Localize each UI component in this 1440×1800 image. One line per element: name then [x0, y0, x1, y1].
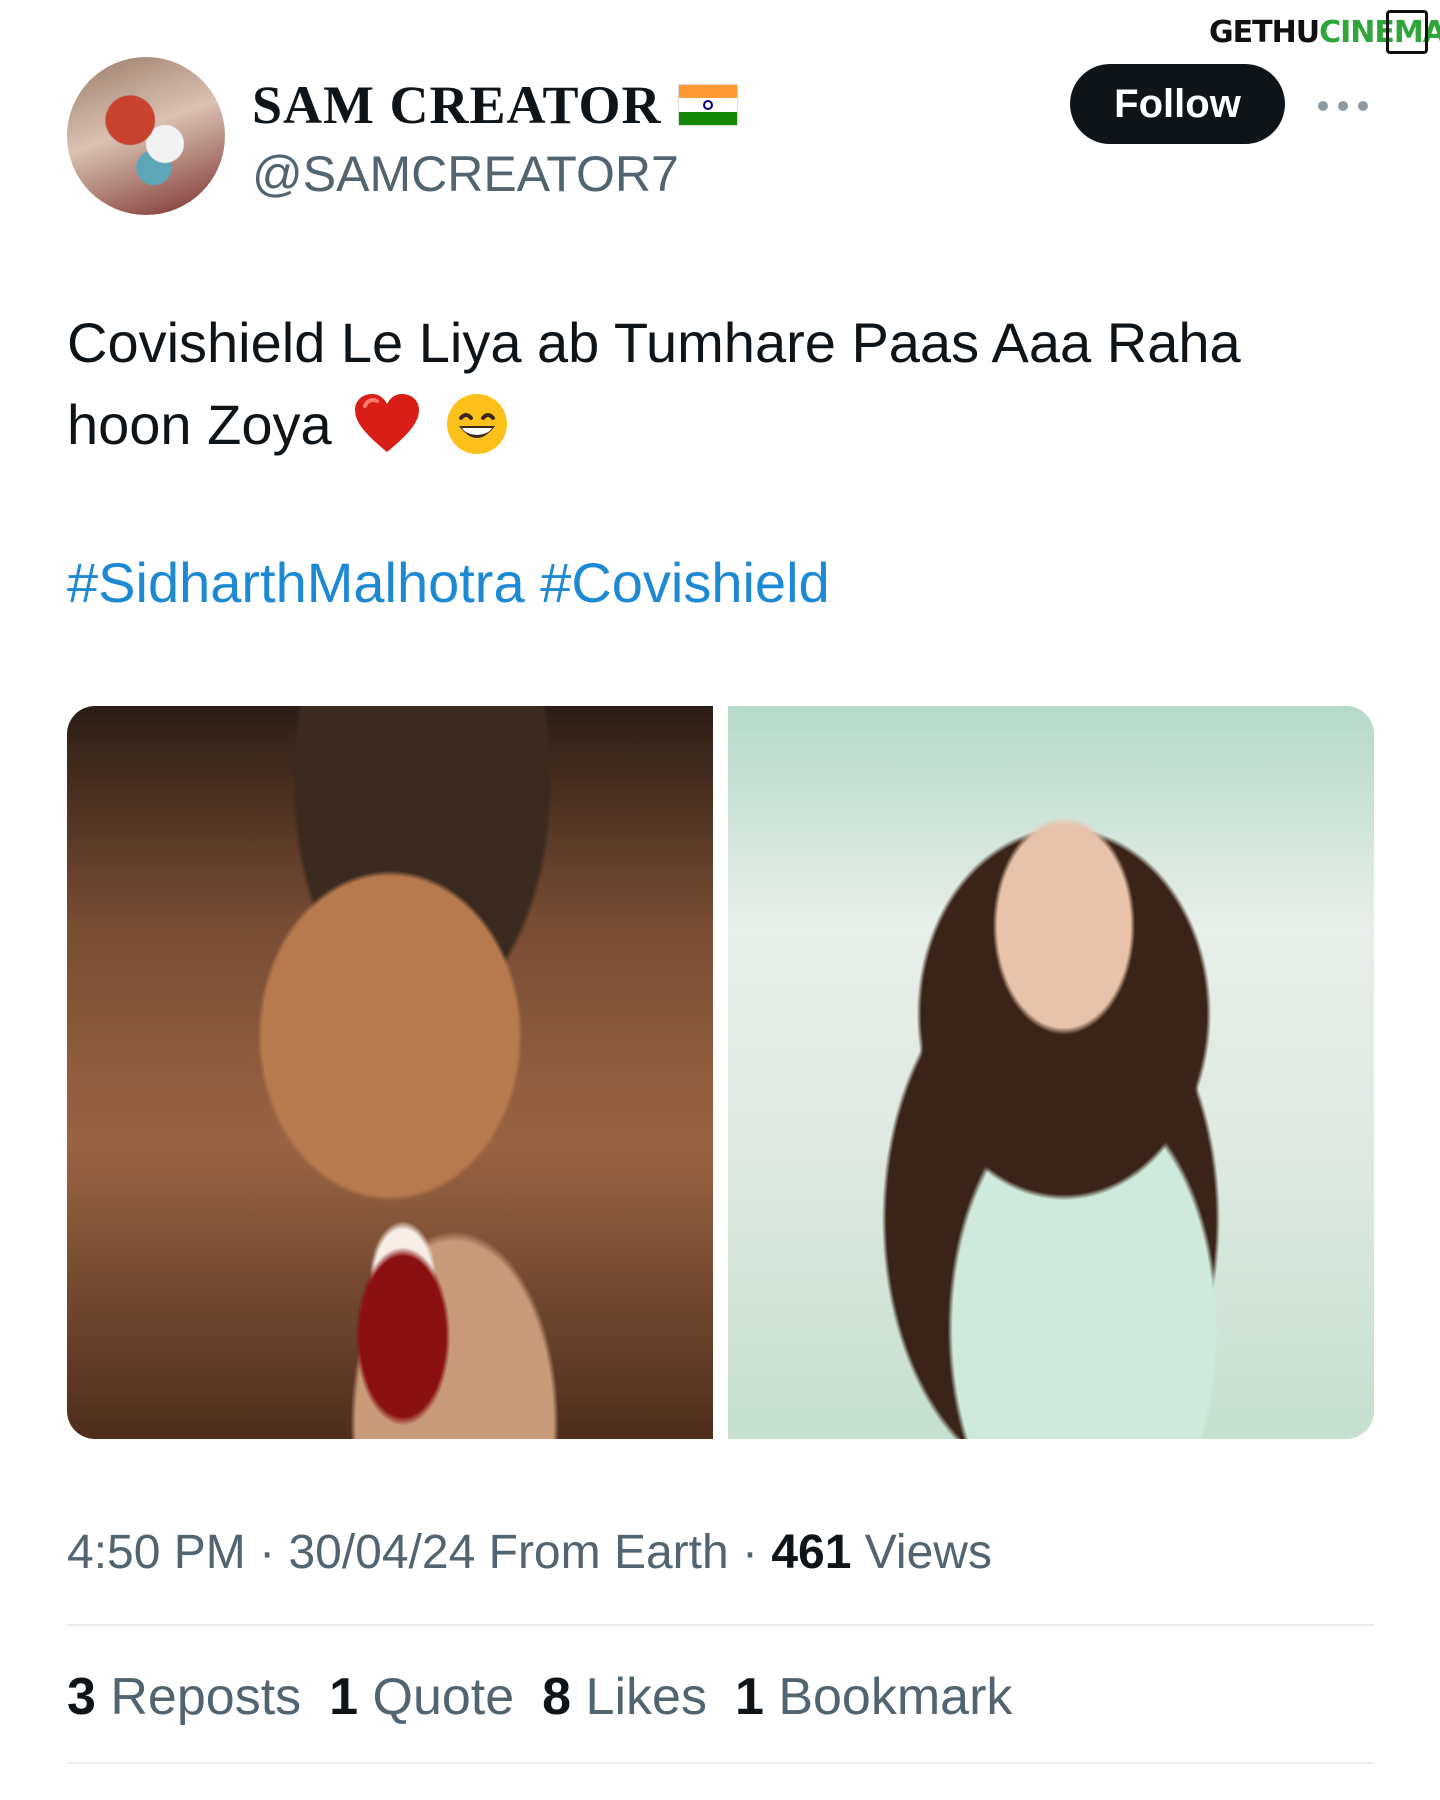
divider-top — [67, 1624, 1374, 1626]
tweet-text-line1: Covishield Le Liya ab Tumhare Paas Aaa R… — [67, 311, 1241, 374]
meta-separator: · — [742, 1526, 758, 1579]
grinning-face-emoji-icon — [446, 394, 507, 454]
hashtags: #SidharthMalhotra #Covishield — [67, 550, 830, 615]
views-count: 461 — [771, 1526, 852, 1579]
watermark-logo: GETHU CINEMA — [1209, 8, 1440, 56]
hashtag-covishield[interactable]: #Covishield — [540, 551, 830, 614]
watermark-text-a: GETHU — [1209, 14, 1320, 50]
film-icon — [1386, 10, 1428, 54]
photo-man-bloodied-face[interactable] — [67, 706, 713, 1439]
avatar[interactable] — [67, 57, 225, 215]
tweet-source: From Earth — [488, 1526, 729, 1579]
bookmark-stat[interactable]: 1 Bookmark — [735, 1667, 1012, 1727]
meta-separator: · — [259, 1526, 276, 1579]
tweet-time[interactable]: 4:50 PM — [67, 1526, 246, 1579]
display-name-row[interactable]: SAM CREATOR — [252, 74, 738, 136]
tweet-meta: 4:50 PM · 30/04/24 From Earth · 461 View… — [67, 1525, 992, 1580]
reposts-stat[interactable]: 3 Reposts — [67, 1667, 301, 1727]
quote-stat[interactable]: 1 Quote — [329, 1667, 514, 1727]
user-handle[interactable]: @SAMCREATOR7 — [252, 145, 679, 203]
more-options-icon[interactable] — [1318, 86, 1368, 126]
likes-stat[interactable]: 8 Likes — [542, 1667, 707, 1727]
tweet-text: Covishield Le Liya ab Tumhare Paas Aaa R… — [67, 302, 1367, 466]
photo-woman-green-outfit[interactable] — [728, 706, 1374, 1439]
red-heart-emoji-icon — [355, 394, 420, 452]
follow-button[interactable]: Follow — [1070, 64, 1285, 144]
tweet-text-line2: hoon Zoya — [67, 393, 332, 456]
india-flag-icon — [677, 84, 738, 126]
divider-bottom — [67, 1762, 1374, 1764]
display-name[interactable]: SAM CREATOR — [252, 74, 662, 136]
hashtag-sidharthmalhotra[interactable]: #SidharthMalhotra — [67, 551, 525, 614]
views-label: Views — [864, 1526, 992, 1579]
engagement-stats: 3 Reposts 1 Quote 8 Likes 1 Bookmark — [67, 1667, 1012, 1727]
tweet-date[interactable]: 30/04/24 — [288, 1526, 475, 1579]
